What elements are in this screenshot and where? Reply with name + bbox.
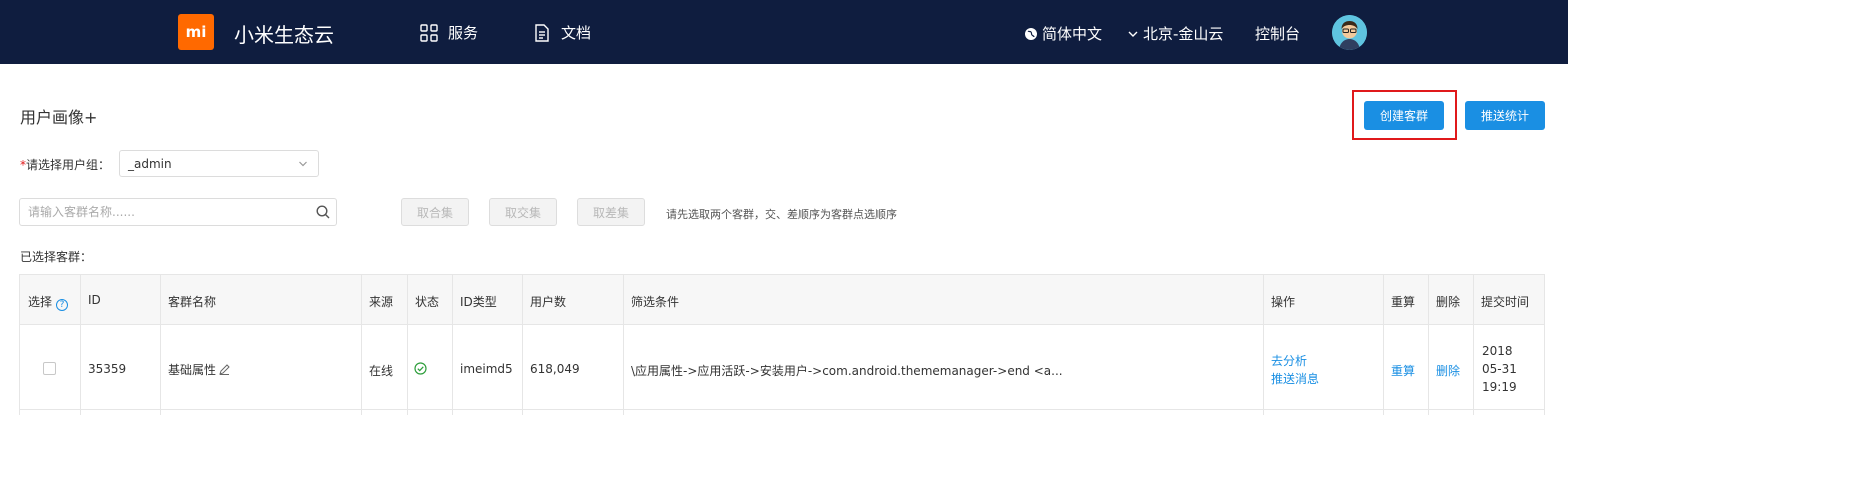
selected-segments-label: 已选择客群： xyxy=(20,250,93,264)
column-header-actions: 操作 xyxy=(1271,295,1296,309)
column-header-id: ID xyxy=(88,293,101,307)
column-header-filter: 筛选条件 xyxy=(631,295,680,309)
create-segment-button[interactable]: 创建客群 xyxy=(1364,101,1444,130)
row-filter-conditions: \应用属性->应用活跃->安装用户->com.android.thememana… xyxy=(631,364,1063,378)
mi-logo[interactable]: mi xyxy=(178,14,214,50)
row-id-type: imeimd5 xyxy=(460,362,513,376)
column-header-select-label: 选择 xyxy=(28,295,53,309)
segment-search-input[interactable] xyxy=(19,198,337,226)
column-header-users: 用户数 xyxy=(530,295,567,309)
push-stats-button[interactable]: 推送统计 xyxy=(1465,101,1545,130)
region-switcher[interactable]: 北京-金山云 xyxy=(1127,23,1223,44)
column-header-delete: 删除 xyxy=(1436,295,1461,309)
search-icon[interactable] xyxy=(316,205,330,219)
column-header-status: 状态 xyxy=(415,295,440,309)
submit-date: 05-31 xyxy=(1482,362,1517,376)
column-header-id-type: ID类型 xyxy=(460,295,497,309)
user-avatar[interactable] xyxy=(1332,15,1367,50)
difference-button[interactable]: 取差集 xyxy=(577,198,645,226)
avatar-icon xyxy=(1332,15,1367,50)
console-link[interactable]: 控制台 xyxy=(1255,23,1300,44)
region-label: 北京-金山云 xyxy=(1143,25,1224,43)
nav-services-label: 服务 xyxy=(448,24,479,42)
table-row: 35359 基础属性 在线 imeimd5 618,049 \应用属性->应用活… xyxy=(20,325,1544,410)
analyze-link[interactable]: 去分析 xyxy=(1271,352,1307,369)
row-id: 35359 xyxy=(88,362,127,376)
status-ok-icon xyxy=(414,362,427,375)
column-header-recalc: 重算 xyxy=(1391,295,1416,309)
intersect-button[interactable]: 取交集 xyxy=(489,198,557,226)
segments-table: 选择? ID 客群名称 来源 状态 ID类型 用户数 筛选条件 操作 重算 删除… xyxy=(19,274,1545,415)
brand-name[interactable]: 小米生态云 xyxy=(234,19,334,48)
nav-services[interactable]: 服务 xyxy=(420,22,478,43)
row-name-text: 基础属性 xyxy=(168,363,217,377)
recalc-link[interactable]: 重算 xyxy=(1391,362,1415,379)
user-group-select[interactable]: _admin xyxy=(119,150,319,177)
row-select-checkbox[interactable] xyxy=(43,362,56,375)
language-switcher[interactable]: 简体中文 xyxy=(1024,23,1102,44)
console-label: 控制台 xyxy=(1255,25,1301,43)
document-icon xyxy=(535,23,549,42)
union-button[interactable]: 取合集 xyxy=(401,198,469,226)
row-name: 基础属性 xyxy=(168,361,230,378)
push-message-link[interactable]: 推送消息 xyxy=(1271,370,1319,387)
submit-year: 2018 xyxy=(1482,344,1513,358)
row-user-count: 618,049 xyxy=(530,362,580,376)
top-navigation-bar: mi 小米生态云 服务 文档 简体中文 北京-金山云 控制台 xyxy=(0,0,1568,64)
page-title: 用户画像+ xyxy=(20,108,98,127)
column-header-name: 客群名称 xyxy=(168,295,217,309)
chevron-down-icon xyxy=(299,161,307,167)
nav-docs[interactable]: 文档 xyxy=(533,22,591,43)
row-source: 在线 xyxy=(369,364,394,378)
chevron-down-icon xyxy=(1128,31,1138,37)
nav-docs-label: 文档 xyxy=(561,24,592,42)
user-group-label: *请选择用户组： xyxy=(20,156,110,173)
submit-time: 19:19 xyxy=(1482,380,1517,394)
column-header-submit-time: 提交时间 xyxy=(1481,295,1530,309)
help-icon[interactable]: ? xyxy=(56,299,69,311)
edit-pencil-icon[interactable] xyxy=(219,364,230,375)
set-operation-hint: 请先选取两个客群，交、差顺序为客群点选顺序 xyxy=(666,208,897,221)
column-header-select: 选择? xyxy=(28,293,69,311)
user-group-value: _admin xyxy=(128,157,172,171)
grid-icon xyxy=(420,23,438,42)
delete-link[interactable]: 删除 xyxy=(1436,362,1460,379)
globe-icon xyxy=(1025,27,1037,40)
language-label: 简体中文 xyxy=(1042,25,1103,43)
column-header-source: 来源 xyxy=(369,295,394,309)
table-header: 选择? ID 客群名称 来源 状态 ID类型 用户数 筛选条件 操作 重算 删除… xyxy=(20,275,1544,325)
user-group-label-text: 请选择用户组： xyxy=(26,158,111,172)
